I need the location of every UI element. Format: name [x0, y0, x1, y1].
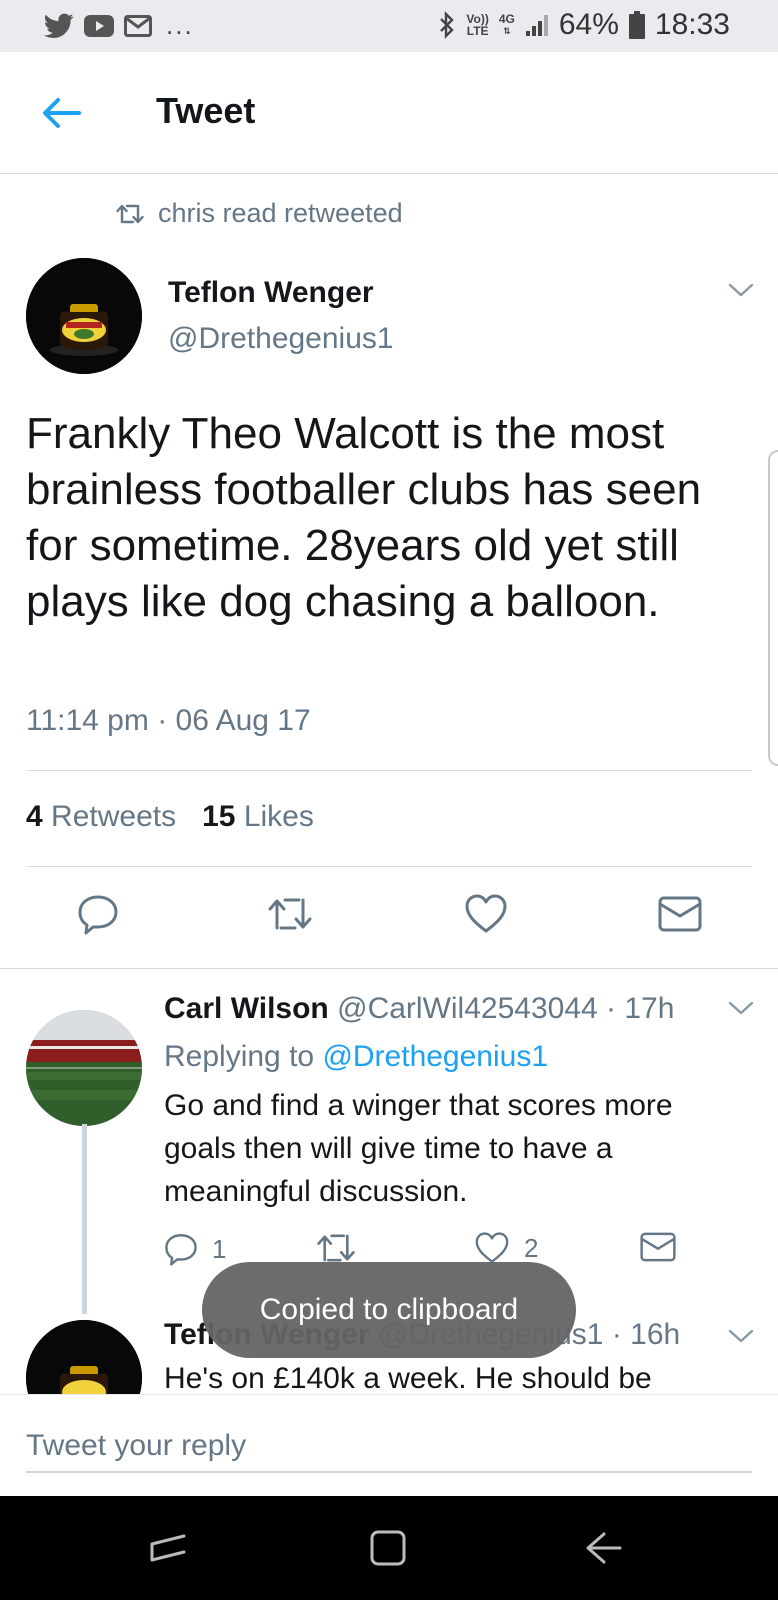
reply2-menu-button[interactable] — [728, 1328, 754, 1349]
clock: 18:33 — [654, 8, 730, 41]
reply-header[interactable]: Carl Wilson @CarlWil42543044 · 17h — [164, 992, 674, 1026]
retweet-context[interactable]: chris read retweeted — [116, 198, 403, 229]
tweet-text: Frankly Theo Walcott is the most brainle… — [26, 409, 702, 626]
reply-count: 1 — [212, 1233, 227, 1264]
author-handle[interactable]: @Drethegenius1 — [168, 322, 394, 356]
divider — [26, 866, 752, 867]
reply-like-button[interactable]: 2 — [474, 1232, 538, 1264]
signal-icon — [525, 13, 549, 37]
envelope-icon — [658, 896, 702, 932]
retweet-context-text: chris read retweeted — [158, 198, 403, 228]
home-button[interactable] — [360, 1520, 416, 1576]
reply-input[interactable] — [26, 1421, 752, 1473]
bluetooth-icon — [438, 11, 456, 39]
envelope-icon — [640, 1232, 676, 1262]
retweets-stat[interactable]: 4 Retweets — [26, 800, 176, 834]
reply-retweet-button[interactable] — [316, 1232, 370, 1264]
marmite-jar-image — [26, 258, 142, 374]
reply2-text: He's on £140k a week. He should be — [164, 1362, 652, 1395]
retweet-icon — [268, 898, 312, 930]
home-icon — [370, 1530, 406, 1566]
like-button[interactable] — [462, 890, 510, 938]
reply-author-handle-time: @CarlWil42543044 · 17h — [337, 992, 675, 1025]
more-notifications: ... — [166, 10, 194, 40]
tweet-stats: 4 Retweets 15 Likes — [26, 800, 314, 834]
reply-button[interactable] — [74, 890, 122, 938]
system-icons: Vo)) LTE 4G ⇅ 64% 18:33 — [438, 8, 730, 42]
reply-like-count: 2 — [524, 1232, 539, 1263]
chevron-down-icon — [728, 283, 754, 297]
reply-icon — [165, 1234, 197, 1266]
retweet-icon — [317, 1234, 355, 1262]
recents-button[interactable] — [140, 1520, 196, 1576]
retweet-button[interactable] — [266, 890, 314, 938]
page-title: Tweet — [156, 90, 256, 131]
back-arrow-icon — [43, 98, 81, 128]
reply-reply-button[interactable]: 1 — [164, 1232, 226, 1266]
toast-message: Copied to clipboard — [202, 1262, 576, 1358]
system-nav-bar — [0, 1496, 778, 1600]
twitter-icon — [44, 13, 74, 39]
battery-percent: 64% — [558, 8, 619, 41]
likes-stat[interactable]: 15 Likes — [202, 800, 314, 834]
mention-link[interactable]: @Drethegenius1 — [322, 1040, 548, 1073]
reply-author-name[interactable]: Carl Wilson — [164, 992, 329, 1025]
gmail-icon — [124, 14, 152, 37]
status-bar: ... Vo)) LTE 4G ⇅ 64% 18:33 — [0, 0, 778, 52]
replying-to: Replying to @Drethegenius1 — [164, 1040, 549, 1073]
volte-indicator: Vo)) LTE — [466, 12, 489, 38]
heart-icon — [475, 1232, 509, 1263]
tweet-menu-button[interactable] — [728, 282, 754, 303]
tweet-actions — [0, 890, 778, 970]
scroll-indicator[interactable] — [768, 450, 778, 766]
back-nav-icon — [586, 1532, 622, 1564]
back-nav-button[interactable] — [576, 1520, 632, 1576]
youtube-icon — [84, 14, 114, 37]
retweet-icon — [116, 204, 144, 223]
thread-connector — [82, 1124, 87, 1314]
battery-icon — [628, 11, 645, 39]
notification-icons: ... — [44, 10, 194, 41]
author-name[interactable]: Teflon Wenger — [168, 276, 374, 310]
chevron-down-icon — [728, 1001, 754, 1015]
reply-menu-button[interactable] — [728, 1000, 754, 1021]
share-dm-button[interactable] — [656, 890, 704, 938]
network-type: 4G ⇅ — [498, 12, 515, 36]
reply-text: Go and find a winger that scores more go… — [164, 1089, 673, 1208]
recents-icon — [150, 1534, 186, 1562]
author-avatar[interactable] — [26, 258, 142, 374]
divider — [26, 770, 752, 771]
reply-author-avatar[interactable] — [26, 1010, 142, 1126]
tweet-timestamp: 11:14 pm · 06 Aug 17 — [26, 704, 311, 737]
stadium-image — [26, 1010, 142, 1126]
back-button[interactable] — [36, 88, 86, 138]
app-header: Tweet — [0, 52, 778, 174]
chevron-down-icon — [728, 1329, 754, 1343]
reply-share-button[interactable] — [640, 1232, 676, 1262]
section-divider — [0, 968, 778, 969]
reply-composer — [0, 1394, 778, 1496]
heart-icon — [465, 894, 507, 933]
reply-icon — [78, 895, 118, 935]
